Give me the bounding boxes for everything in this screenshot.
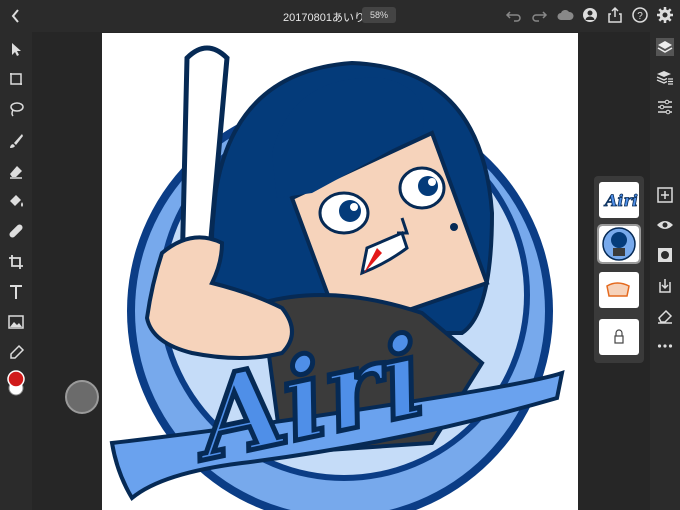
help-icon[interactable]: ? bbox=[631, 6, 649, 24]
brush-size-button[interactable] bbox=[65, 380, 99, 414]
eraser-layer-icon[interactable] bbox=[656, 307, 674, 325]
brush-tool-icon[interactable] bbox=[7, 132, 25, 150]
transform-tool-icon[interactable] bbox=[7, 70, 25, 88]
back-chevron-icon[interactable] bbox=[8, 6, 24, 26]
crop-tool-icon[interactable] bbox=[7, 253, 25, 271]
color-swatch[interactable] bbox=[6, 369, 26, 396]
top-bar: 20170801あいり 58% ? bbox=[0, 0, 680, 32]
visibility-icon[interactable] bbox=[656, 216, 674, 234]
settings-icon[interactable] bbox=[656, 6, 674, 24]
share-icon[interactable] bbox=[606, 6, 624, 24]
left-toolbar bbox=[0, 32, 32, 510]
eraser-tool-icon[interactable] bbox=[7, 162, 25, 180]
type-tool-icon[interactable] bbox=[7, 283, 25, 301]
svg-text:Airi: Airi bbox=[603, 191, 638, 210]
layer-properties-icon[interactable] bbox=[656, 68, 674, 86]
user-icon[interactable] bbox=[581, 6, 599, 24]
right-toolbar bbox=[650, 32, 680, 510]
cloud-icon[interactable] bbox=[556, 6, 574, 24]
add-layer-icon[interactable] bbox=[656, 186, 674, 204]
more-icon[interactable] bbox=[656, 337, 674, 355]
import-icon[interactable] bbox=[656, 277, 674, 295]
zoom-level[interactable]: 58% bbox=[362, 7, 396, 23]
undo-icon[interactable] bbox=[505, 6, 523, 24]
move-tool-icon[interactable] bbox=[7, 40, 25, 58]
healing-tool-icon[interactable] bbox=[7, 222, 25, 240]
canvas[interactable]: Airi bbox=[102, 33, 578, 510]
artwork: Airi bbox=[109, 45, 565, 510]
svg-text:?: ? bbox=[637, 11, 643, 22]
layer-thumb-hand[interactable] bbox=[599, 272, 639, 308]
fill-tool-icon[interactable] bbox=[7, 192, 25, 210]
redo-icon[interactable] bbox=[530, 6, 548, 24]
layer-thumb-text[interactable]: Airi bbox=[599, 182, 639, 218]
mask-icon[interactable] bbox=[656, 246, 674, 264]
lasso-tool-icon[interactable] bbox=[7, 100, 25, 118]
layer-thumb-character[interactable] bbox=[597, 224, 641, 264]
layer-thumb-background-locked[interactable] bbox=[599, 319, 639, 355]
layers-panel: Airi bbox=[594, 176, 644, 363]
adjustments-icon[interactable] bbox=[656, 98, 674, 116]
document-title[interactable]: 20170801あいり bbox=[283, 9, 365, 25]
eyedropper-tool-icon[interactable] bbox=[7, 344, 25, 362]
layers-icon[interactable] bbox=[654, 36, 676, 58]
image-tool-icon[interactable] bbox=[7, 313, 25, 331]
